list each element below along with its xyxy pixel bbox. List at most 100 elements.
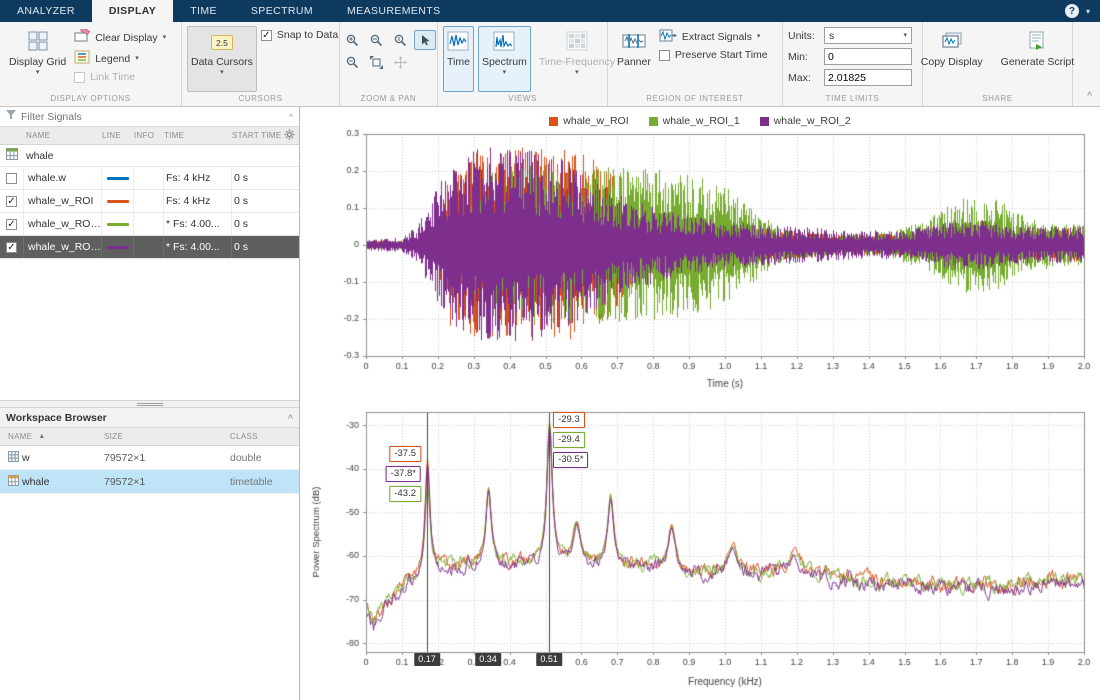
line-style-cell[interactable] [102,213,134,235]
signal-table-empty-area [0,259,299,400]
gear-icon[interactable] [284,129,295,142]
tab-time[interactable]: TIME [173,0,234,22]
spectrum-view-icon [493,31,515,54]
datatip[interactable]: -37.8* [386,466,421,482]
data-cursors-button[interactable]: 2.5 Data Cursors ▾ [187,26,257,92]
workspace-browser-title: Workspace Browser ^ [0,408,299,428]
legend-item: whale_w_ROI_1 [649,115,740,127]
display-grid-icon [27,30,49,55]
line-style-cell[interactable] [102,236,134,258]
section-label: DISPLAY OPTIONS [0,92,181,106]
select-arrow-button[interactable] [414,30,436,50]
units-dropdown[interactable]: s ▾ [824,27,912,44]
view-spectrum-button[interactable]: Spectrum ▾ [478,26,531,92]
extract-signals-button[interactable]: Extract Signals ▾ [659,29,768,45]
chevron-down-icon: ▾ [575,69,579,77]
zoom-x-button[interactable] [366,30,388,50]
legend[interactable]: whale_w_ROI whale_w_ROI_1 whale_w_ROI_2 [300,107,1100,128]
arrow-cursor-icon [419,34,431,46]
section-label: CURSORS [182,92,339,106]
signal-checkbox[interactable] [6,196,17,207]
signal-checkbox[interactable] [6,173,17,184]
zoom-out-icon [346,56,359,69]
datatip[interactable]: -29.3 [553,412,585,428]
ribbon-section-roi: Panner Extract Signals ▾ Preserve Start … [608,22,783,106]
view-time-frequency-button[interactable]: Time-Frequency ▾ [535,26,619,92]
datatip[interactable]: -43.2 [389,486,421,502]
snap-to-data-checkbox[interactable]: Snap to Data [261,29,338,41]
datatip[interactable]: -37.5 [389,446,421,462]
tab-measurements[interactable]: MEASUREMENTS [330,0,457,22]
section-label: VIEWS [438,92,607,106]
workspace-row[interactable]: whale 79572×1 timetable [0,470,299,494]
display-area: whale_w_ROI whale_w_ROI_1 whale_w_ROI_2 … [300,107,1100,700]
time-plot-canvas[interactable] [300,128,1100,400]
panel-splitter[interactable] [0,400,299,408]
datatip[interactable]: -29.4 [553,432,585,448]
sort-asc-icon[interactable]: ▲ [38,433,45,440]
clear-display-button[interactable]: Clear Display ▾ [74,29,166,46]
tab-display[interactable]: DISPLAY [92,0,173,22]
line-style-cell[interactable] [102,167,134,189]
line-style-cell[interactable] [102,190,134,212]
extract-signals-icon [659,29,677,45]
zoom-y-button[interactable] [390,30,412,50]
signal-checkbox[interactable] [6,242,17,253]
zoom-in-button[interactable] [342,30,364,50]
signal-row[interactable]: whale.w Fs: 4 kHz 0 s [0,167,299,190]
collapse-workspace-icon[interactable]: ^ [288,413,293,423]
cursor-x-label[interactable]: 0.17 [414,653,440,666]
signal-analyzer-app: ANALYZER DISPLAY TIME SPECTRUM MEASUREME… [0,0,1100,700]
chevron-down-icon: ▾ [163,34,167,42]
generate-script-button[interactable]: Generate Script [997,26,1079,92]
chevron-down-icon: ▾ [220,69,224,77]
workspace-empty-area [0,494,299,700]
preserve-start-time-checkbox[interactable]: Preserve Start Time [659,49,768,61]
help-icon[interactable]: ? [1065,4,1079,18]
pan-button[interactable] [390,52,412,72]
ribbon-section-time-limits: Units: s ▾ Min: Max: TIME LIMITS [783,22,923,106]
filter-signals-row: ^ [0,107,299,127]
tab-spectrum[interactable]: SPECTRUM [234,0,330,22]
legend-item: whale_w_ROI_2 [760,115,851,127]
signal-group-row[interactable]: whale [0,145,299,167]
signal-checkbox[interactable] [6,219,17,230]
legend-button[interactable]: Legend ▾ [74,50,166,67]
copy-display-button[interactable]: Copy Display [917,26,987,92]
min-time-input[interactable] [824,48,912,65]
legend-swatch [549,117,558,126]
timetable-icon [6,148,18,163]
section-label: SHARE [923,92,1072,106]
cursor-x-label[interactable]: 0.51 [536,653,562,666]
zoom-out-button[interactable] [342,52,364,72]
ribbon-section-zoom-pan: ZOOM & PAN [340,22,438,106]
chevron-down-icon: ▾ [757,33,761,41]
workspace-row[interactable]: w 79572×1 double [0,446,299,470]
link-time-checkbox[interactable]: Link Time [74,71,166,83]
panner-button[interactable]: Panner [613,26,655,92]
filter-signals-input[interactable] [21,111,284,123]
display-grid-button[interactable]: Display Grid ▾ [5,26,70,92]
section-label: REGION OF INTEREST [608,92,782,106]
collapse-panel-icon[interactable]: ^ [289,112,293,122]
line-swatch [107,246,129,249]
view-time-button[interactable]: Time [443,26,474,92]
signal-row[interactable]: whale_w_ROI... * Fs: 4.00... 0 s [0,236,299,259]
collapse-ribbon-button[interactable]: ^ [1087,91,1092,102]
tab-analyzer[interactable]: ANALYZER [0,0,92,22]
ribbon-section-display-options: Display Grid ▾ Clear Display ▾ Legend ▾ [0,22,182,106]
filter-icon [6,110,16,123]
tab-bar: ANALYZER DISPLAY TIME SPECTRUM MEASUREME… [0,0,1100,22]
max-time-input[interactable] [824,69,912,86]
signal-row[interactable]: whale_w_ROI... * Fs: 4.00... 0 s [0,213,299,236]
fit-to-view-button[interactable] [366,52,388,72]
legend-icon [74,50,90,67]
chevron-down-icon[interactable]: ▾ [1086,7,1090,16]
chevron-down-icon: ▾ [135,55,139,63]
datatip[interactable]: -30.5* [553,452,588,468]
legend-swatch [760,117,769,126]
legend-item: whale_w_ROI [549,115,628,127]
line-swatch [107,177,129,180]
signal-row[interactable]: whale_w_ROI Fs: 4 kHz 0 s [0,190,299,213]
legend-swatch [649,117,658,126]
